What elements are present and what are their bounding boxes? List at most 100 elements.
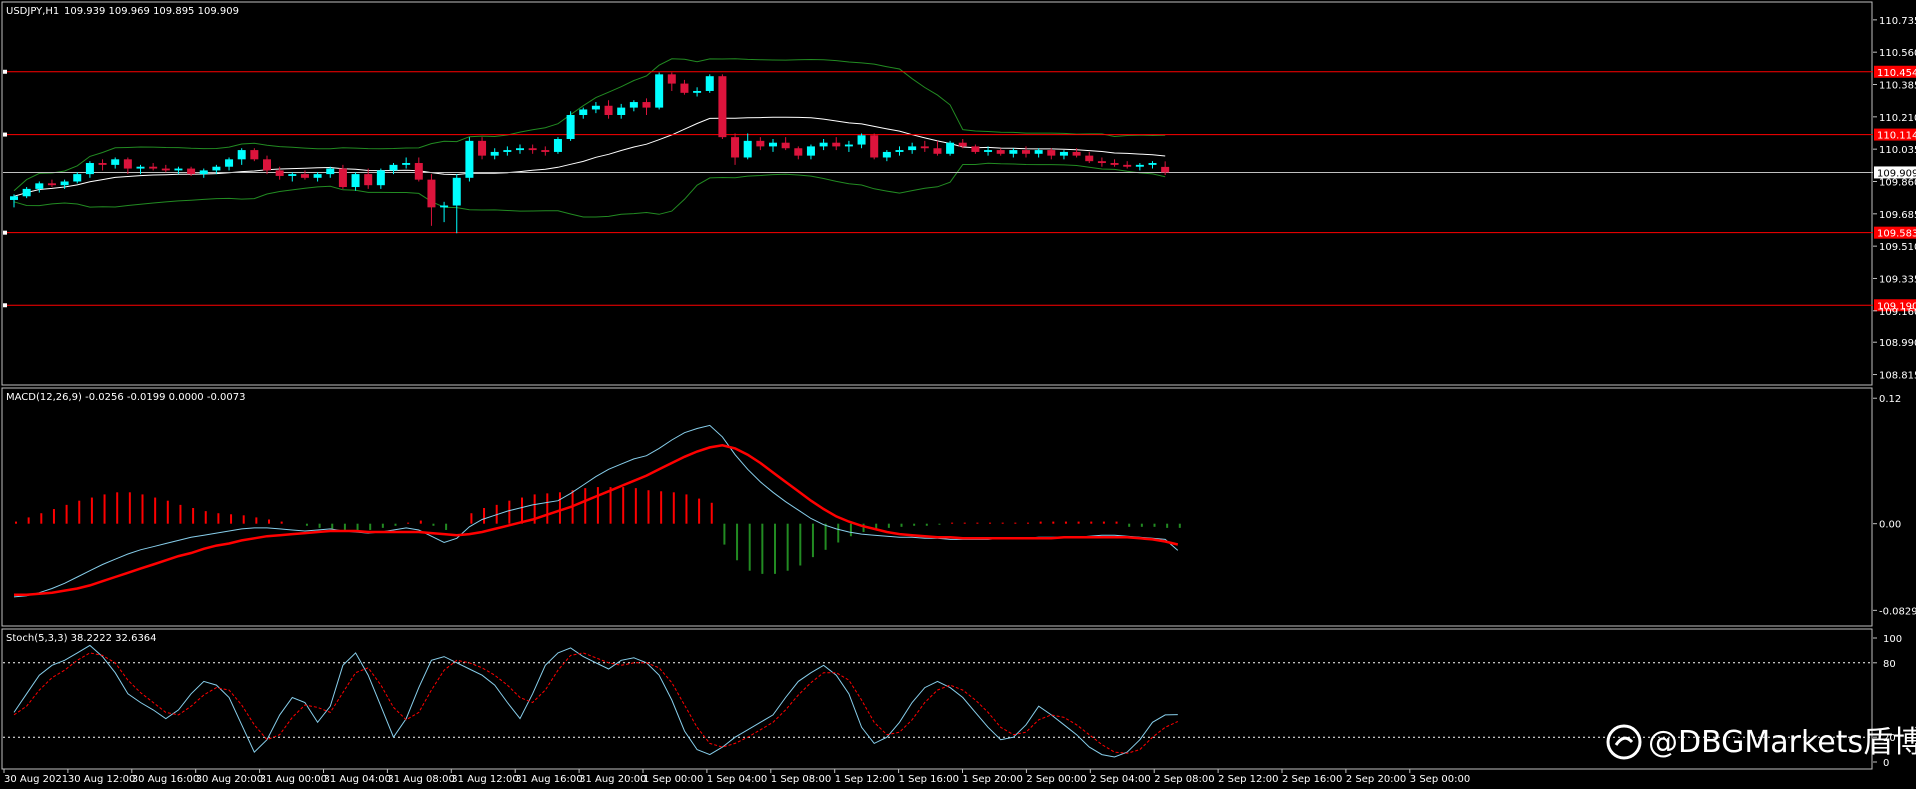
candle-body[interactable] <box>237 150 246 160</box>
candle-body[interactable] <box>819 142 828 147</box>
candle-body[interactable] <box>870 135 879 158</box>
candle-body[interactable] <box>908 146 917 151</box>
candle-body[interactable] <box>1034 150 1043 154</box>
candle-body[interactable] <box>376 170 385 186</box>
candle-body[interactable] <box>629 102 638 108</box>
candle-body[interactable] <box>718 76 727 138</box>
candle-body[interactable] <box>351 174 360 188</box>
candle-body[interactable] <box>591 105 600 110</box>
candle-body[interactable] <box>414 163 423 180</box>
candle-body[interactable] <box>996 150 1005 154</box>
candle-body[interactable] <box>187 168 196 175</box>
trading-chart[interactable]: 110.454110.114109.583109.190109.909110.7… <box>0 0 1916 789</box>
candle-body[interactable] <box>389 164 398 171</box>
candle-body[interactable] <box>47 183 56 186</box>
candle-body[interactable] <box>288 174 297 176</box>
candle-body[interactable] <box>1161 166 1170 173</box>
candle-body[interactable] <box>402 163 411 165</box>
candle-body[interactable] <box>250 150 259 160</box>
watermark: @DBGMarkets盾博 <box>1606 724 1916 760</box>
candle-body[interactable] <box>465 140 474 178</box>
candle-body[interactable] <box>933 148 942 154</box>
candle-body[interactable] <box>844 144 853 147</box>
candle-body[interactable] <box>212 166 221 171</box>
candle-body[interactable] <box>111 159 120 165</box>
candle-body[interactable] <box>338 168 347 188</box>
candle-body[interactable] <box>1022 150 1030 154</box>
candle-body[interactable] <box>642 102 651 108</box>
candle-body[interactable] <box>1123 164 1132 167</box>
candle-body[interactable] <box>920 146 929 149</box>
candle-body[interactable] <box>98 163 107 165</box>
candle-body[interactable] <box>1148 163 1157 165</box>
level-line-handle[interactable] <box>3 230 7 235</box>
candle-body[interactable] <box>516 148 524 151</box>
candle-body[interactable] <box>503 150 512 152</box>
candle-body[interactable] <box>553 139 562 152</box>
candle-body[interactable] <box>857 135 866 145</box>
candle-body[interactable] <box>705 76 714 91</box>
candle-body[interactable] <box>655 74 664 108</box>
candle-body[interactable] <box>1085 155 1094 162</box>
candle-body[interactable] <box>263 159 271 171</box>
candle-body[interactable] <box>946 142 955 154</box>
level-line-handle[interactable] <box>3 303 7 308</box>
candle-body[interactable] <box>680 83 689 93</box>
level-line-handle[interactable] <box>3 69 7 74</box>
candle-body[interactable] <box>85 163 94 175</box>
candle-body[interactable] <box>1110 163 1119 165</box>
candle-body[interactable] <box>1072 151 1081 156</box>
candle-body[interactable] <box>604 105 613 115</box>
candle-body[interactable] <box>364 174 373 186</box>
candle-body[interactable] <box>1059 151 1068 156</box>
candle-body[interactable] <box>528 148 537 151</box>
candle-body[interactable] <box>794 148 803 156</box>
candle-body[interactable] <box>22 188 31 197</box>
candle-body[interactable] <box>971 146 980 152</box>
candle-body[interactable] <box>123 159 132 169</box>
candle-body[interactable] <box>566 114 575 140</box>
candle-body[interactable] <box>984 150 993 152</box>
candle-body[interactable] <box>1135 164 1144 167</box>
candle-body[interactable] <box>895 150 904 152</box>
candle-body[interactable] <box>427 179 436 208</box>
candle-body[interactable] <box>35 183 44 189</box>
candle-body[interactable] <box>958 142 967 147</box>
candle-body[interactable] <box>300 174 309 178</box>
candle-body[interactable] <box>199 170 208 175</box>
candle-body[interactable] <box>60 181 69 186</box>
candle-body[interactable] <box>478 140 487 156</box>
candle-body[interactable] <box>882 151 891 158</box>
candle-body[interactable] <box>1097 161 1106 164</box>
candle-body[interactable] <box>579 109 588 115</box>
candle-body[interactable] <box>667 74 676 84</box>
candle-body[interactable] <box>136 166 145 169</box>
candle-body[interactable] <box>731 137 740 158</box>
candle-body[interactable] <box>174 168 183 171</box>
candle-body[interactable] <box>490 151 499 156</box>
candle-body[interactable] <box>275 170 284 176</box>
candle-body[interactable] <box>743 140 752 158</box>
candle-body[interactable] <box>10 196 18 200</box>
level-line-handle[interactable] <box>3 132 7 137</box>
candle-body[interactable] <box>541 150 550 152</box>
candle-body[interactable] <box>1047 150 1056 156</box>
candle-body[interactable] <box>756 140 765 147</box>
candle-body[interactable] <box>781 142 790 149</box>
candle-body[interactable] <box>769 142 777 147</box>
candle-body[interactable] <box>832 142 841 147</box>
candle-body[interactable] <box>1009 150 1018 154</box>
candle-body[interactable] <box>225 159 234 167</box>
candle-body[interactable] <box>161 168 170 171</box>
candle-body[interactable] <box>73 174 82 182</box>
candle-body[interactable] <box>326 168 335 175</box>
time-axis-label: 2 Sep 04:00 <box>1090 774 1150 785</box>
axes: 110.454110.114109.583109.190109.909110.7… <box>3 16 1916 785</box>
candle-body[interactable] <box>313 174 322 178</box>
candle-body[interactable] <box>693 90 702 93</box>
candle-body[interactable] <box>806 146 815 156</box>
candle-body[interactable] <box>617 107 626 115</box>
candle-body[interactable] <box>452 177 461 206</box>
candle-body[interactable] <box>149 166 158 169</box>
candle-body[interactable] <box>440 205 449 208</box>
